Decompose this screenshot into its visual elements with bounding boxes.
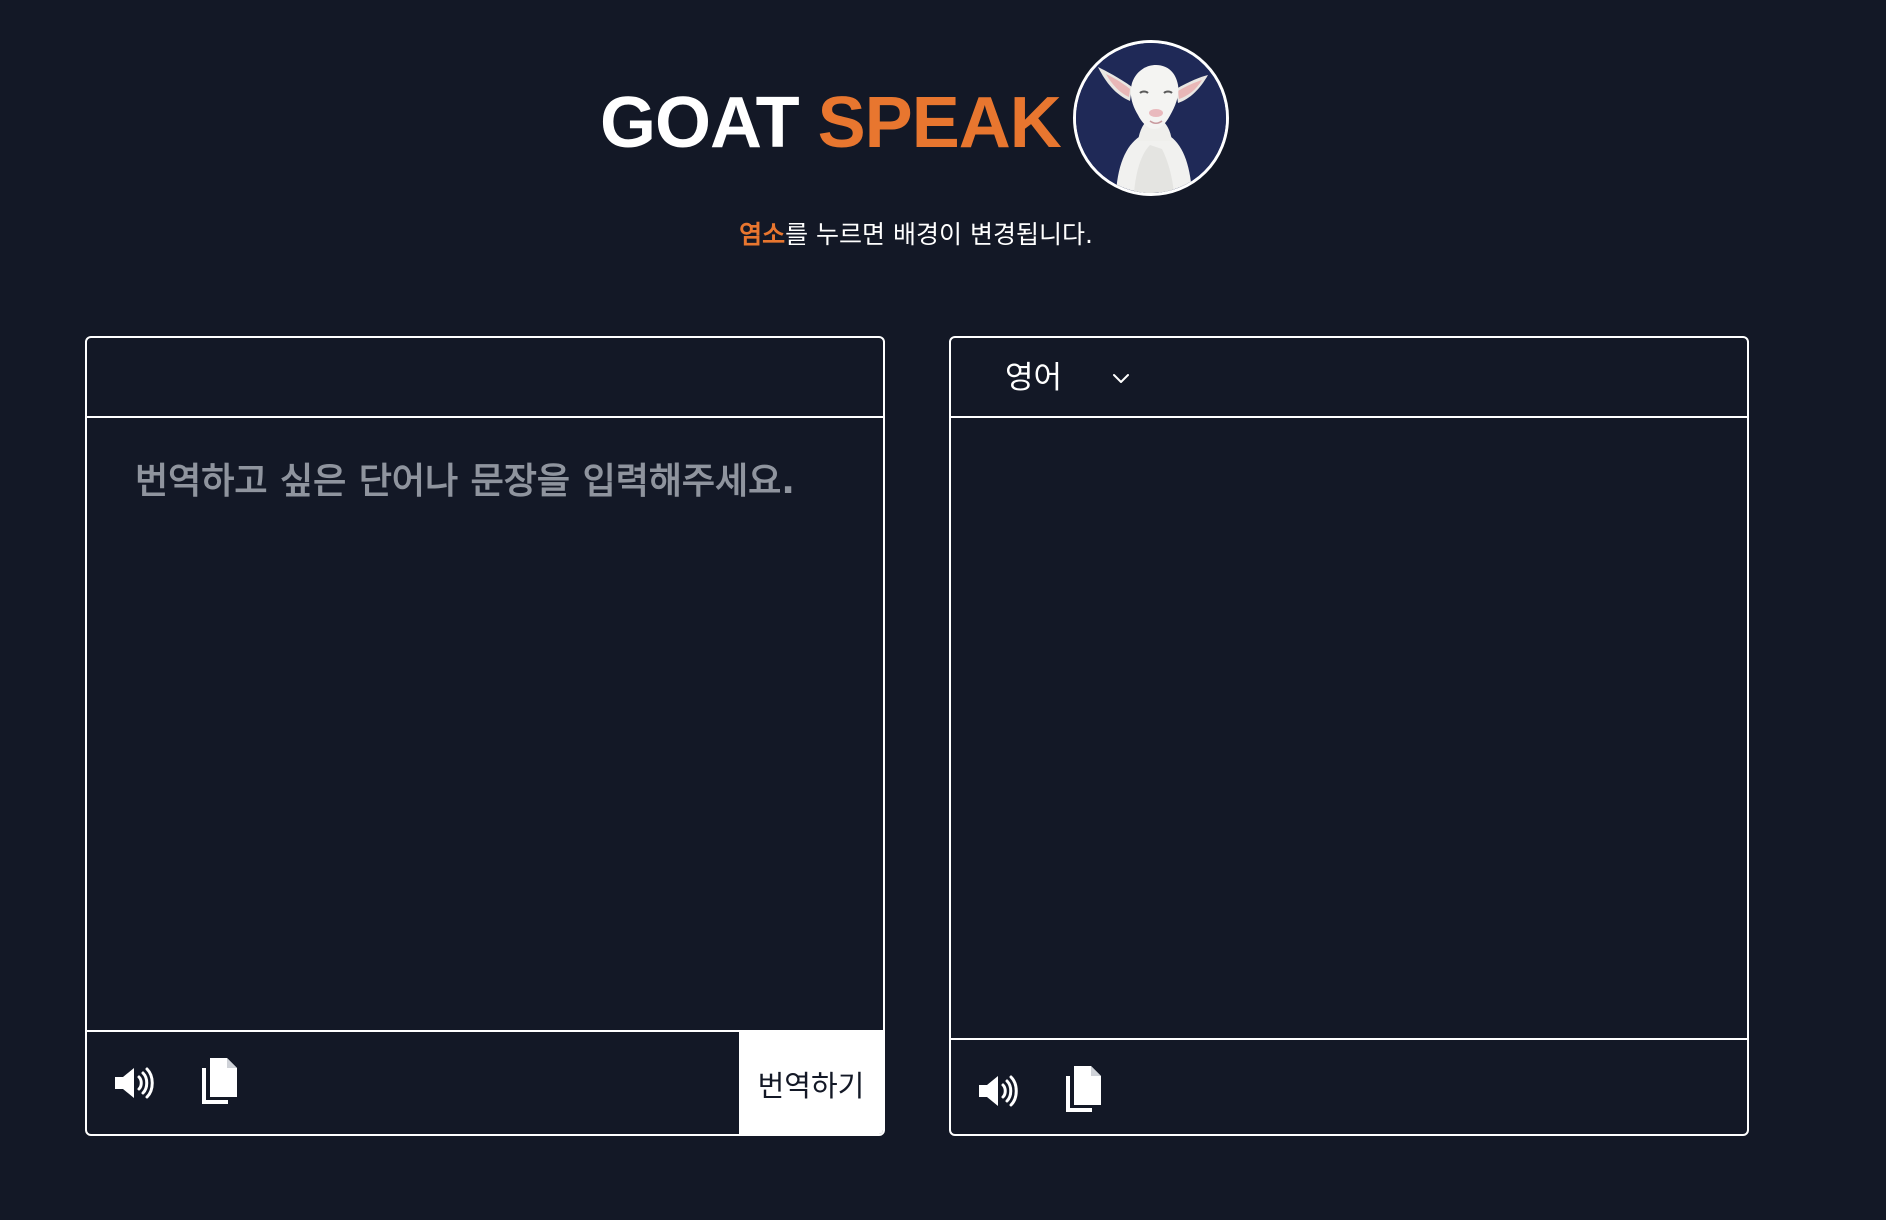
source-panel-footer: 번역하기: [87, 1030, 883, 1134]
target-panel-footer: [951, 1038, 1747, 1134]
chevron-down-icon: [1113, 374, 1130, 383]
source-panel-header: [87, 338, 883, 418]
goat-avatar-button[interactable]: [1073, 40, 1229, 196]
title-speak: SPEAK: [817, 83, 1062, 163]
goat-image: [1076, 43, 1226, 193]
subtitle-text: 를 누르면 배경이 변경됩니다.: [785, 220, 1093, 249]
translate-button[interactable]: 번역하기: [739, 1032, 883, 1134]
copy-icon[interactable]: [195, 1056, 245, 1106]
target-panel-header: 영어: [951, 338, 1747, 418]
title-goat: GOAT: [600, 83, 800, 163]
speaker-icon[interactable]: [973, 1066, 1023, 1116]
target-language-select[interactable]: 영어: [1005, 358, 1132, 398]
source-panel: 번역하기: [85, 336, 885, 1136]
source-text-input[interactable]: [87, 418, 883, 1032]
subtitle-highlight: 염소: [739, 220, 786, 249]
translation-output: [951, 418, 1747, 1040]
subtitle: 염소를 누르면 배경이 변경됩니다.: [0, 217, 1832, 253]
copy-icon[interactable]: [1059, 1064, 1109, 1114]
speaker-icon[interactable]: [109, 1058, 159, 1108]
target-panel: 영어: [949, 336, 1749, 1136]
page-header: GOAT SPEAK 염소를 누르면 배경이 변경됩니다.: [0, 0, 1886, 260]
app-title: GOAT SPEAK: [600, 78, 1062, 168]
target-language-label: 영어: [1005, 360, 1063, 396]
